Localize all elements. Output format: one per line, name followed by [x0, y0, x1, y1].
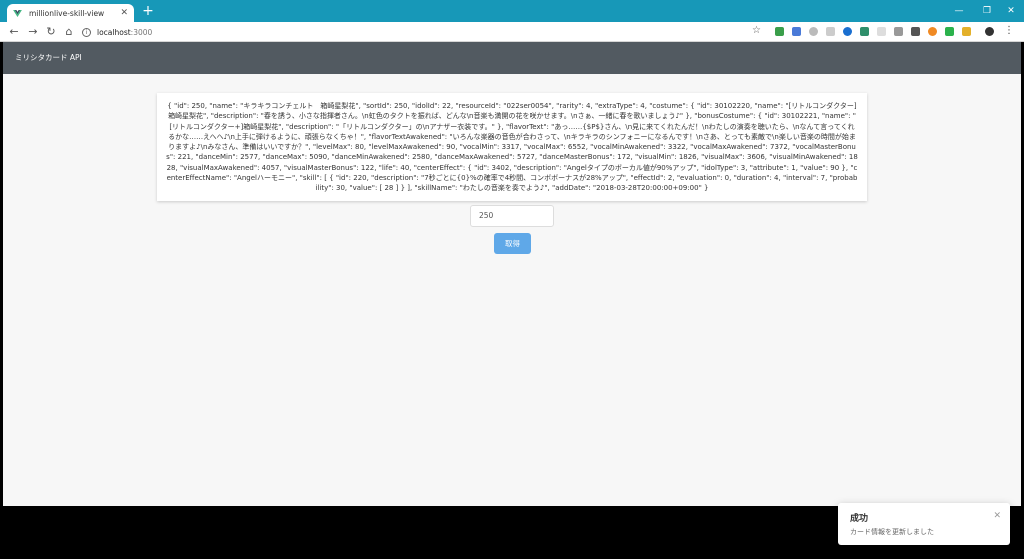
browser-toolbar: ← → ↻ ⌂ i localhost:3000 ☆ ⋮: [0, 22, 1024, 42]
extension-icon[interactable]: [894, 27, 903, 36]
vue-logo-icon: [13, 9, 22, 17]
app-title: ミリシタカード API: [15, 53, 82, 62]
extension-icon[interactable]: [775, 27, 784, 36]
card-json-panel: { "id": 250, "name": "キラキラコンチェルト 箱崎星梨花",…: [157, 93, 867, 201]
tab-title: millionlive-skill-view: [29, 8, 105, 18]
card-id-input[interactable]: 250: [470, 205, 554, 227]
window-close-icon[interactable]: ✕: [996, 0, 1024, 22]
info-icon[interactable]: i: [82, 28, 91, 37]
browser-tab[interactable]: millionlive-skill-view ✕: [7, 4, 134, 22]
extension-icon[interactable]: [945, 27, 954, 36]
bookmark-star-icon[interactable]: ☆: [752, 25, 761, 36]
success-toast: 成功 カード情報を更新しました ✕: [838, 503, 1010, 545]
address-host: localhost: [97, 28, 131, 37]
tab-close-icon[interactable]: ✕: [120, 8, 128, 18]
address-bar[interactable]: i localhost:3000: [82, 25, 772, 40]
translate-icon[interactable]: [792, 27, 801, 36]
extension-icon[interactable]: [826, 27, 835, 36]
forward-arrow-icon[interactable]: →: [25, 24, 41, 40]
card-json-text: { "id": 250, "name": "キラキラコンチェルト 箱崎星梨花",…: [166, 102, 858, 193]
menu-dots-icon[interactable]: ⋮: [1004, 25, 1014, 36]
page-content: ミリシタカード API { "id": 250, "name": "キラキラコン…: [3, 42, 1021, 506]
toast-message: カード情報を更新しました: [850, 528, 934, 536]
extension-icon[interactable]: [928, 27, 937, 36]
home-icon[interactable]: ⌂: [61, 24, 77, 40]
extension-icon[interactable]: [962, 27, 971, 36]
extension-icon[interactable]: [809, 27, 818, 36]
extension-icon[interactable]: [877, 27, 886, 36]
extension-icon[interactable]: [860, 27, 869, 36]
reload-icon[interactable]: ↻: [43, 24, 59, 40]
extension-icon[interactable]: [843, 27, 852, 36]
minimize-icon[interactable]: —: [944, 0, 974, 22]
toast-title: 成功: [850, 514, 869, 524]
new-tab-plus-icon[interactable]: +: [141, 3, 155, 19]
profile-avatar-icon[interactable]: [985, 27, 994, 36]
toast-close-icon[interactable]: ✕: [993, 511, 1001, 521]
app-header: ミリシタカード API: [3, 42, 1021, 74]
address-port: :3000: [130, 28, 153, 37]
get-button[interactable]: 取得: [494, 233, 531, 254]
extension-icon[interactable]: [911, 27, 920, 36]
browser-tabstrip: millionlive-skill-view ✕ + — ❐ ✕: [0, 0, 1024, 22]
back-arrow-icon[interactable]: ←: [6, 24, 22, 40]
